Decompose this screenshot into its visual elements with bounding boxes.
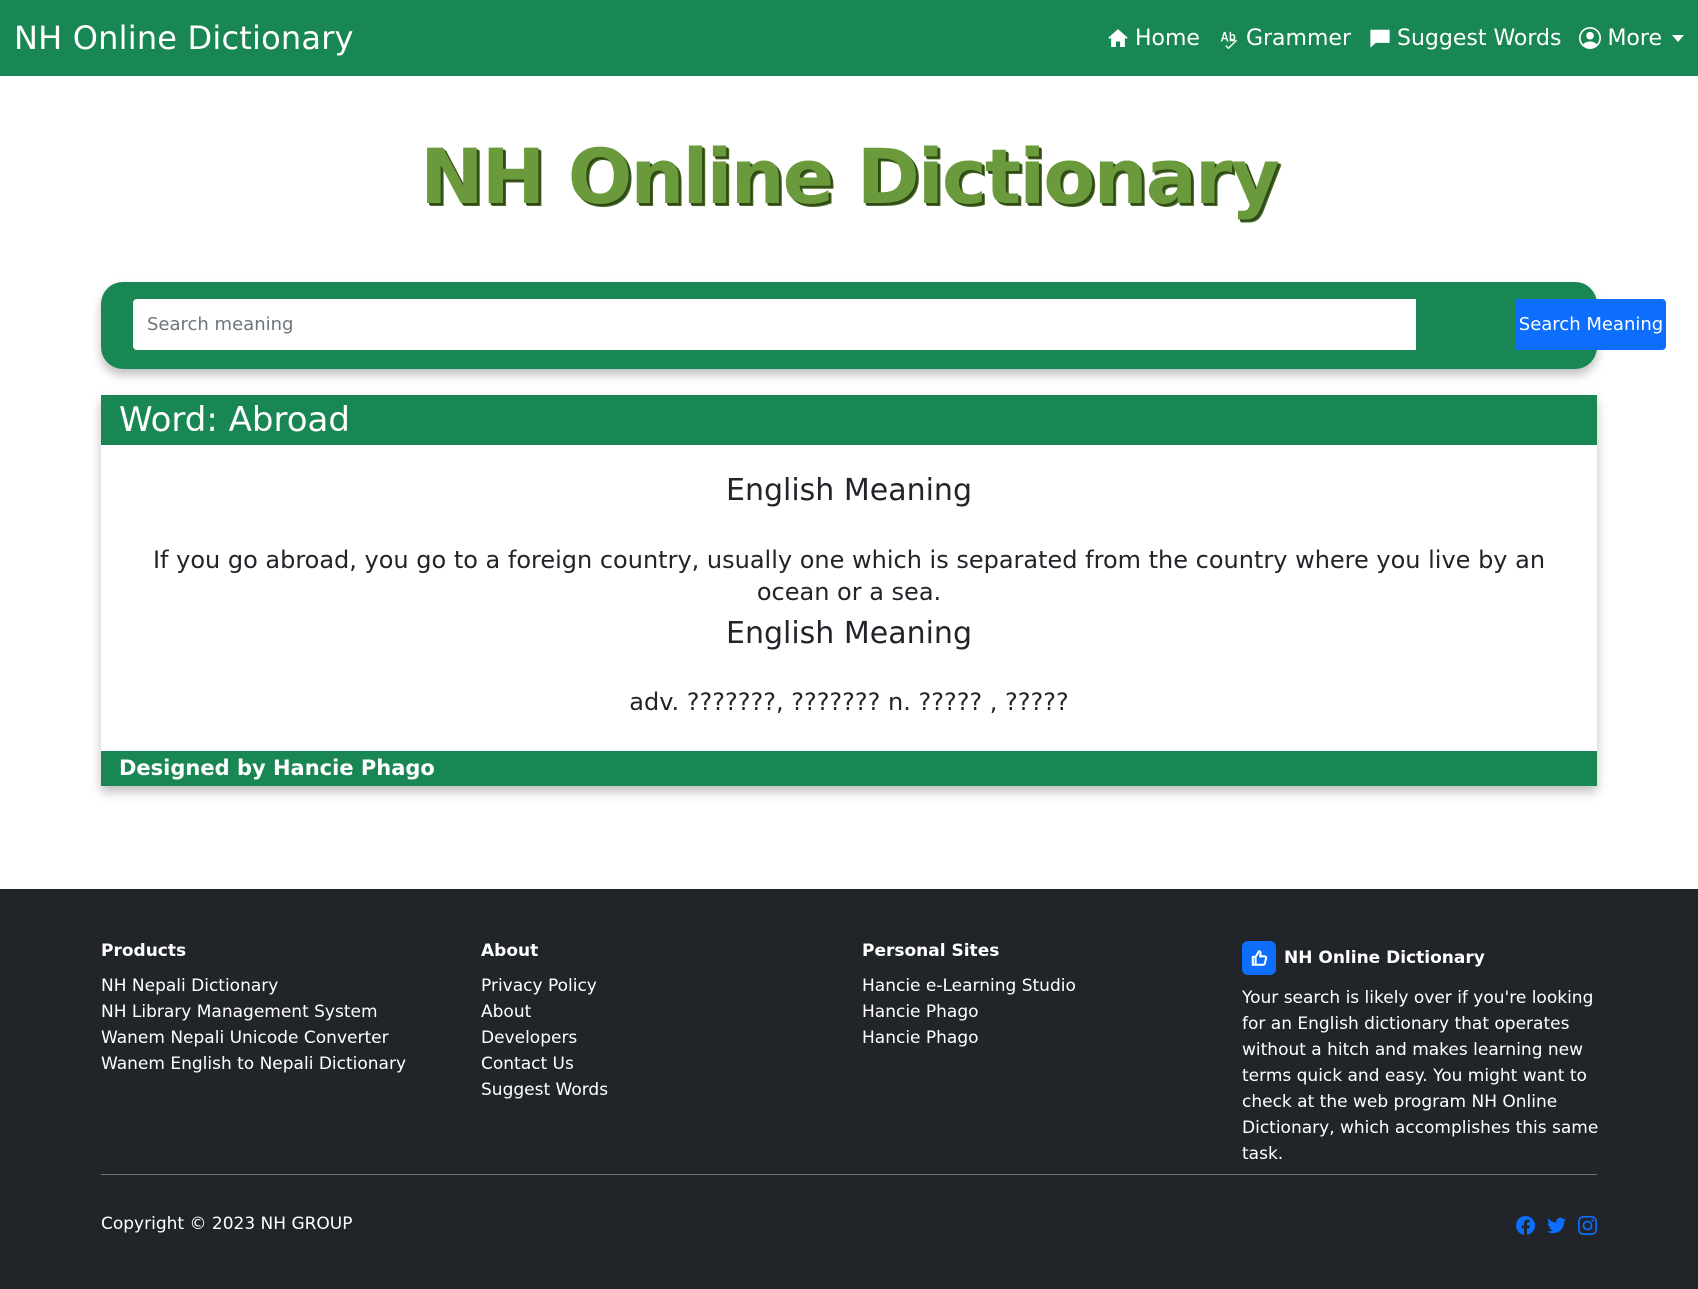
search-input[interactable]: [133, 299, 1416, 350]
instagram-icon[interactable]: [1578, 1216, 1597, 1235]
top-navbar: NH Online Dictionary Home Grammer Sugges…: [0, 0, 1698, 76]
footer-link[interactable]: Wanem English to Nepali Dictionary: [101, 1051, 406, 1077]
footer-heading: Personal Sites: [862, 941, 1000, 961]
word-header: Word: Abroad: [101, 395, 1597, 445]
search-meaning-button[interactable]: Search Meaning: [1516, 299, 1666, 350]
navbar-brand[interactable]: NH Online Dictionary: [14, 19, 354, 57]
nav-grammer[interactable]: Grammer: [1218, 26, 1351, 51]
footer-link[interactable]: Hancie e-Learning Studio: [862, 973, 1076, 999]
chevron-down-icon: [1672, 34, 1684, 42]
footer-link[interactable]: Developers: [481, 1025, 608, 1051]
facebook-icon[interactable]: [1516, 1216, 1535, 1235]
thumbs-up-icon: [1242, 941, 1276, 975]
social-links: [1516, 1216, 1597, 1235]
nav-more-dropdown[interactable]: More: [1579, 26, 1684, 51]
footer-brand-label: NH Online Dictionary: [1284, 948, 1485, 968]
footer-link[interactable]: Privacy Policy: [481, 973, 608, 999]
meaning-text: If you go abroad, you go to a foreign co…: [152, 546, 1546, 606]
footer-column-products: Products NH Nepali Dictionary NH Library…: [101, 941, 406, 1077]
footer-column-personal-sites: Personal Sites Hancie e-Learning Studio …: [862, 941, 1076, 1051]
footer-link[interactable]: Suggest Words: [481, 1077, 608, 1103]
footer-heading: About: [481, 941, 539, 961]
chat-icon: [1370, 29, 1390, 48]
copyright-text: Copyright © 2023 NH GROUP: [101, 1214, 353, 1234]
site-footer: Products NH Nepali Dictionary NH Library…: [0, 889, 1698, 1289]
footer-heading: Products: [101, 941, 187, 961]
home-icon: [1108, 29, 1128, 47]
footer-brand: NH Online Dictionary: [1242, 941, 1602, 975]
meaning-text: adv. ???????, ??????? n. ????? , ?????: [629, 688, 1069, 716]
footer-link[interactable]: NH Nepali Dictionary: [101, 973, 406, 999]
meaning-title: English Meaning: [726, 473, 972, 508]
footer-divider: [101, 1174, 1597, 1175]
footer-link[interactable]: NH Library Management System: [101, 999, 406, 1025]
hero-title: NH Online Dictionary: [420, 132, 1280, 221]
footer-link[interactable]: About: [481, 999, 608, 1025]
footer-about-block: NH Online Dictionary Your search is like…: [1242, 941, 1602, 1167]
spellcheck-icon: [1220, 31, 1238, 49]
footer-link[interactable]: Contact Us: [481, 1051, 608, 1077]
footer-link[interactable]: Wanem Nepali Unicode Converter: [101, 1025, 406, 1051]
footer-about-text: Your search is likely over if you're loo…: [1242, 988, 1599, 1164]
search-bar: Search Meaning: [101, 282, 1666, 369]
meaning-title: English Meaning: [726, 616, 972, 651]
footer-link[interactable]: Hancie Phago: [862, 1025, 1076, 1051]
card-credit: Designed by Hancie Phago: [101, 751, 1597, 786]
footer-column-about: About Privacy Policy About Developers Co…: [481, 941, 608, 1103]
nav-suggest-words[interactable]: Suggest Words: [1369, 26, 1561, 51]
footer-link[interactable]: Hancie Phago: [862, 999, 1076, 1025]
word-card: Word: Abroad English Meaning If you go a…: [101, 395, 1597, 786]
user-circle-icon: [1579, 27, 1602, 49]
nav-suggest-words-label: Suggest Words: [1396, 25, 1562, 51]
nav-home-label: Home: [1135, 25, 1200, 51]
nav-home[interactable]: Home: [1107, 26, 1200, 51]
nav-grammer-label: Grammer: [1245, 25, 1351, 51]
twitter-icon[interactable]: [1547, 1216, 1566, 1235]
nav-links: Home Grammer Suggest Words More: [1107, 26, 1684, 51]
nav-more-label: More: [1607, 25, 1662, 51]
